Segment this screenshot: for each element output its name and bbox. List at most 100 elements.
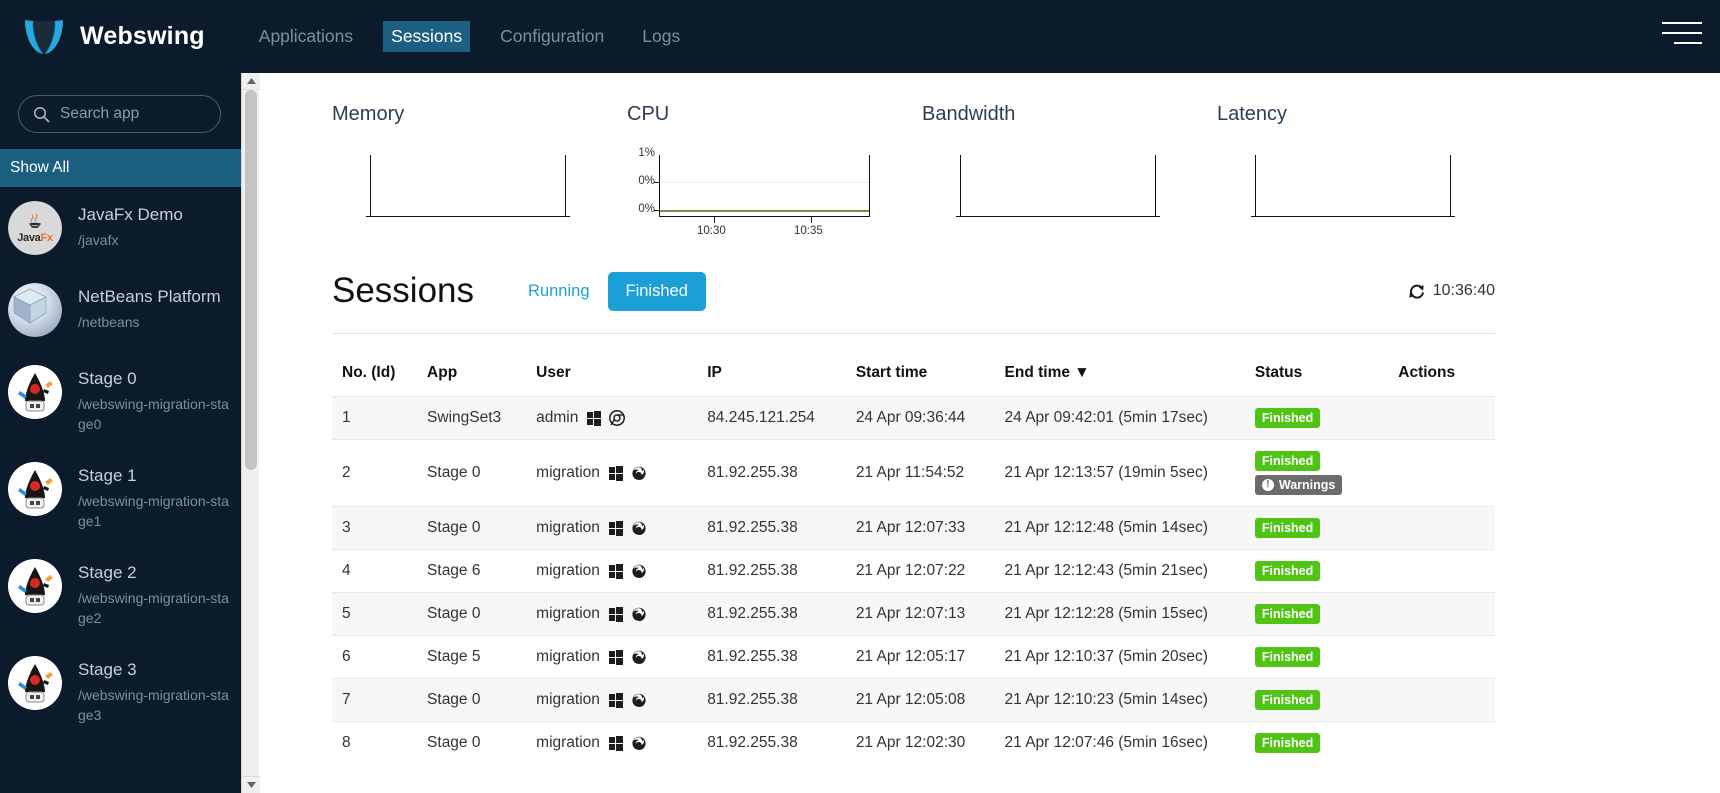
cell-app: Stage 6 <box>427 549 537 593</box>
table-row[interactable]: 2 Stage 0 migration 81.92.255.38 21 Apr 11:5… <box>332 439 1495 507</box>
app-text: Stage 0 /webswing-migration-stage0 <box>78 365 229 434</box>
metrics-charts: Memory CPU 1% 0% 0% 10:30 10:35 Bandwidt… <box>260 73 1720 253</box>
duke-icon <box>8 656 62 710</box>
sidebar-item-show-all[interactable]: Show All <box>0 149 241 187</box>
app-path: /netbeans <box>78 314 140 330</box>
warning-exclamation-icon: ! <box>1261 479 1274 491</box>
user-name: migration <box>536 648 600 665</box>
duke-mascot-icon <box>8 656 62 710</box>
sidebar-item-stage-1[interactable]: Stage 1 /webswing-migration-stage1 <box>0 448 241 545</box>
cell-actions[interactable] <box>1398 506 1495 550</box>
cell-status: Finished <box>1254 506 1399 550</box>
nav-item-sessions[interactable]: Sessions <box>383 21 471 52</box>
sidebar-item-stage-2[interactable]: Stage 2 /webswing-migration-stage2 <box>0 545 241 642</box>
cell-actions[interactable] <box>1398 439 1495 507</box>
cell-app: Stage 0 <box>427 678 537 722</box>
cell-start-time: 24 Apr 09:36:44 <box>855 396 1005 440</box>
cell-no: 6 <box>332 635 428 679</box>
brand[interactable]: Webswing <box>22 17 205 57</box>
refresh-icon <box>1409 284 1424 299</box>
table-row[interactable]: 4 Stage 6 migration 81.92.255.38 21 Apr 12:0… <box>332 549 1495 593</box>
cell-start-time: 21 Apr 12:07:22 <box>855 549 1005 593</box>
cell-end-time: 21 Apr 12:10:23 (5min 14sec) <box>1004 678 1255 722</box>
table-row[interactable]: 3 Stage 0 migration 81.92.255.38 21 Apr 12:0… <box>332 506 1495 550</box>
brand-name: Webswing <box>80 22 205 50</box>
table-row[interactable]: 5 Stage 0 migration 81.92.255.38 21 Apr 12:0… <box>332 592 1495 636</box>
col-header-start-time[interactable]: Start time <box>856 334 1005 397</box>
col-header-app[interactable]: App <box>427 334 536 397</box>
sidebar-item-stage-0[interactable]: Stage 0 /webswing-migration-stage0 <box>0 351 241 448</box>
col-header-status[interactable]: Status <box>1255 334 1398 397</box>
chart-y-tick: 1% <box>638 147 655 159</box>
table-row[interactable]: 6 Stage 5 migration 81.92.255.38 21 Apr 12:0… <box>332 635 1495 679</box>
app-name: JavaFx Demo <box>78 205 183 224</box>
tab-finished[interactable]: Finished <box>607 271 706 311</box>
warnings-badge[interactable]: ! Warnings <box>1254 475 1343 495</box>
app-path: /webswing-migration-stage3 <box>78 687 229 723</box>
col-header-user[interactable]: User <box>536 334 707 397</box>
windows-icon <box>608 736 623 751</box>
cell-actions[interactable] <box>1398 635 1495 679</box>
firefox-icon <box>632 736 646 750</box>
duke-icon <box>8 559 62 613</box>
col-header-end-time[interactable]: End time ▼ <box>1005 334 1255 397</box>
cell-actions[interactable] <box>1398 678 1495 722</box>
search-box[interactable] <box>18 95 221 133</box>
client-icons <box>608 649 647 665</box>
cell-actions[interactable] <box>1398 592 1495 636</box>
sidebar-item-stage-3[interactable]: Stage 3 /webswing-migration-stage3 <box>0 642 241 739</box>
hamburger-menu-icon[interactable] <box>1662 22 1702 50</box>
app-name: Stage 1 <box>78 466 137 485</box>
scrollbar-thumb[interactable] <box>245 90 257 470</box>
nav-item-applications[interactable]: Applications <box>251 21 361 52</box>
sidebar-scrollbar[interactable] <box>241 73 260 793</box>
cell-user: migration <box>536 506 708 550</box>
cell-end-time: 21 Apr 12:12:28 (5min 15sec) <box>1004 592 1255 636</box>
top-navbar: Webswing Applications Sessions Configura… <box>0 0 1720 73</box>
table-row[interactable]: 1 SwingSet3 admin 84.245.121.254 24 Apr 09:3… <box>332 396 1495 440</box>
col-header-no[interactable]: No. (Id) <box>332 334 427 397</box>
status-badge: Finished <box>1254 408 1321 428</box>
nav-items: Applications Sessions Configuration Logs <box>251 21 710 52</box>
chart-x-tick: 10:30 <box>697 225 726 237</box>
sidebar-item-javafx-demo[interactable]: JavaFx JavaFx Demo /javafx <box>0 187 241 269</box>
cell-actions[interactable] <box>1398 721 1495 764</box>
chart-latency: Latency <box>1217 103 1512 253</box>
cell-ip: 81.92.255.38 <box>707 721 856 764</box>
status-badge: Finished <box>1254 690 1321 710</box>
app-name: Stage 0 <box>78 369 137 388</box>
firefox-icon <box>632 607 646 621</box>
refresh-control[interactable]: 10:36:40 <box>1408 282 1495 300</box>
app-text: JavaFx Demo /javafx <box>78 201 183 250</box>
sidebar-item-netbeans-platform[interactable]: NetBeans Platform /netbeans <box>0 269 241 351</box>
cell-start-time: 21 Apr 12:05:08 <box>855 678 1005 722</box>
app-path: /webswing-migration-stage2 <box>78 590 229 626</box>
scroll-down-icon[interactable] <box>242 776 260 793</box>
chart-title: Bandwidth <box>922 103 1016 125</box>
duke-icon <box>8 462 62 516</box>
status-badge: Finished <box>1254 604 1321 624</box>
chart-title: Memory <box>332 103 405 125</box>
cell-end-time: 21 Apr 12:10:37 (5min 20sec) <box>1004 635 1255 679</box>
client-icons <box>608 465 647 481</box>
cell-end-time: 21 Apr 12:12:43 (5min 21sec) <box>1004 549 1255 593</box>
client-icons <box>608 606 647 622</box>
cell-user: migration <box>536 721 708 764</box>
search-input[interactable] <box>60 105 206 123</box>
nav-item-logs[interactable]: Logs <box>634 21 688 52</box>
table-row[interactable]: 8 Stage 0 migration 81.92.255.38 21 Apr 12:0… <box>332 721 1495 764</box>
cell-user: migration <box>536 549 708 593</box>
cell-start-time: 21 Apr 12:07:13 <box>855 592 1005 636</box>
col-header-ip[interactable]: IP <box>707 334 856 397</box>
status-badge: Finished <box>1254 451 1321 471</box>
windows-icon <box>608 564 623 579</box>
cell-actions[interactable] <box>1398 549 1495 593</box>
scroll-up-icon[interactable] <box>242 73 260 90</box>
nav-item-configuration[interactable]: Configuration <box>492 21 612 52</box>
user-name: migration <box>536 519 600 536</box>
table-row[interactable]: 7 Stage 0 migration 81.92.255.38 21 Apr 12:0… <box>332 678 1495 722</box>
cell-actions[interactable] <box>1398 396 1495 440</box>
chart-title: CPU <box>627 103 670 125</box>
refresh-time: 10:36:40 <box>1432 282 1495 299</box>
tab-running[interactable]: Running <box>510 272 607 311</box>
